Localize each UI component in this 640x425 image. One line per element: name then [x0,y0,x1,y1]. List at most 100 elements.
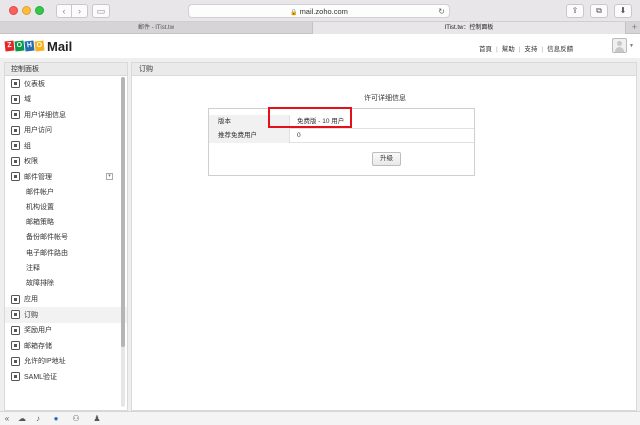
table-row: 版本 免费版 - 10 用户 [209,115,474,129]
separator: | [541,46,544,53]
apps-icon [11,294,20,304]
sidebar-item-saml[interactable]: SAML验证 [5,369,127,385]
close-window-button[interactable] [9,6,18,15]
chevron-down-icon[interactable]: ▼ [629,43,634,49]
logo-letter: Z [4,40,15,52]
link-help[interactable]: 幫助 [502,43,515,53]
user-icon[interactable]: ♟ [92,414,102,424]
browser-tab-bar: 郵件 - ITist.tw ITist.tw：控制面板 + [0,22,640,34]
edition-label: 版本 [209,115,290,129]
chat-icon[interactable]: ☁ [17,414,27,424]
back-button[interactable]: ‹ [56,4,72,18]
sidebar-item-label: 订购 [24,311,38,319]
table-row: 推荐免费用户 0 [209,129,474,143]
user-details-icon [11,110,20,120]
new-tab-button[interactable]: + [632,22,637,33]
sidebar-item-label: 邮件管理 [24,173,52,181]
license-details-title: 许可详细信息 [364,95,406,102]
sidebar-item-label: 权限 [24,158,38,166]
group-icon [11,141,20,151]
sidebar-subitem-mail-routing[interactable]: 电子邮件路由 [5,246,127,261]
logo-letter: O [34,40,45,52]
sidebar-item-label: 用户访问 [24,127,52,135]
permission-icon [11,156,20,166]
sidebar-scrollbar[interactable] [121,77,125,407]
collapse-icon[interactable]: « [2,414,12,424]
minimize-window-button[interactable] [22,6,31,15]
browser-toolbar: ‹ › ▭ 🔒 mail.zoho.com ↻ ⇪ ⧉ ⬇ [0,0,640,22]
page-title: 订购 [132,63,636,76]
user-access-icon [11,125,20,135]
sidebar-subitem-backup[interactable]: 备份邮件帐号 [5,230,127,245]
forward-button[interactable]: › [72,4,88,18]
sidebar-item-label: 仪表板 [24,80,45,88]
downloads-icon[interactable]: ⬇ [614,4,632,18]
edition-value: 免费版 - 10 用户 [297,118,345,125]
sidebar-item-domain[interactable]: 域 [5,92,127,108]
sidebar-item-dashboard[interactable]: 仪表板 [5,76,127,92]
logo-letter: H [24,40,35,52]
sidebar-subitem-org-settings[interactable]: 机构设置 [5,200,127,215]
sidebar-item-reward-users[interactable]: 奖励用户 [5,323,127,339]
domain-icon [11,94,20,104]
logo-letter: O [14,40,25,52]
saml-icon [11,372,20,382]
tab-label: ITist.tw：控制面板 [444,25,494,31]
address-bar[interactable]: 🔒 mail.zoho.com ↻ [188,4,450,18]
content-panel: 订购 许可详细信息 版本 免费版 - 10 用户 推荐免费用户 0 升级 [131,62,637,411]
sidebar-item-label: 邮箱存储 [24,342,52,350]
sidebar-item-label: 组 [24,142,31,150]
separator: | [496,46,498,53]
sidebar-item-user-details[interactable]: 用户详细信息 [5,107,127,123]
link-home[interactable]: 首頁 [479,43,492,53]
control-panel-sidebar: 控制面板 仪表板 域 用户详细信息 用户访问 组 权限 邮件管理 ▾ 邮件帐户 机… [4,62,128,411]
sidebar-item-allowed-ip[interactable]: 允许的IP地址 [5,354,127,370]
sidebar-item-label: SAML验证 [24,373,58,381]
link-support[interactable]: 支持 [524,43,537,53]
scrollbar-thumb[interactable] [121,77,125,347]
sidebar-item-apps[interactable]: 应用 [5,292,127,308]
sidebar-item-label: 用户详细信息 [24,111,66,119]
chevron-down-icon[interactable]: ▾ [106,173,113,181]
bell-icon[interactable]: ♪ [33,414,43,424]
sidebar-list: 仪表板 域 用户详细信息 用户访问 组 权限 邮件管理 ▾ 邮件帐户 机构设置 邮… [5,76,127,385]
tabs-overview-icon[interactable]: ⧉ [590,4,608,18]
sidebar-subitem-troubleshoot[interactable]: 故障排除 [5,276,127,291]
maximize-window-button[interactable] [35,6,44,15]
dashboard-icon [11,79,20,89]
sidebar-item-mailbox-storage[interactable]: 邮箱存储 [5,338,127,354]
license-details-table: 版本 免费版 - 10 用户 推荐免费用户 0 升级 [208,108,475,176]
mail-admin-icon [11,172,20,182]
storage-icon [11,341,20,351]
link-feedback[interactable]: 信息反饋 [547,43,573,53]
app-header: Z O H O Mail 首頁 | 幫助 | 支持 | 信息反饋 ▼ [0,34,640,58]
sidebar-item-user-access[interactable]: 用户访问 [5,123,127,139]
sidebar-item-subscription[interactable]: 订购 [5,307,127,323]
sidebar-subitem-mail-accounts[interactable]: 邮件帐户 [5,185,127,200]
sidebar-subitem-notes[interactable]: 注释 [5,261,127,276]
url-text: mail.zoho.com [299,7,348,16]
sidebar-subitem-mailbox-policy[interactable]: 邮箱策略 [5,215,127,230]
sidebar-item-permission[interactable]: 权限 [5,154,127,170]
status-icon[interactable]: ● [51,414,61,424]
referral-value: 0 [297,132,301,139]
sidebar-item-label: 允许的IP地址 [24,358,66,366]
globe-icon [11,356,20,366]
sidebar-item-label: 应用 [24,296,38,304]
sidebar-toggle-icon[interactable]: ▭ [92,4,110,18]
browser-tab-mail[interactable]: 郵件 - ITist.tw [0,22,313,34]
bottom-toolbar: « ☁ ♪ ● ⚇ ♟ [0,411,640,425]
lock-icon: 🔒 [290,10,298,16]
reload-icon[interactable]: ↻ [438,5,445,18]
share-icon[interactable]: ⇪ [566,4,584,18]
tab-label: 郵件 - ITist.tw [137,25,175,31]
referral-label: 推荐免费用户 [209,129,290,143]
contacts-icon[interactable]: ⚇ [71,414,81,424]
sidebar-item-label: 奖励用户 [24,327,52,335]
avatar[interactable] [612,38,627,53]
browser-tab-control-panel[interactable]: ITist.tw：控制面板 [313,22,626,34]
sidebar-item-group[interactable]: 组 [5,138,127,154]
sidebar-item-mail-admin[interactable]: 邮件管理 ▾ [5,169,127,185]
zoho-mail-logo[interactable]: Z O H O Mail [4,39,72,54]
upgrade-button[interactable]: 升级 [372,152,401,166]
